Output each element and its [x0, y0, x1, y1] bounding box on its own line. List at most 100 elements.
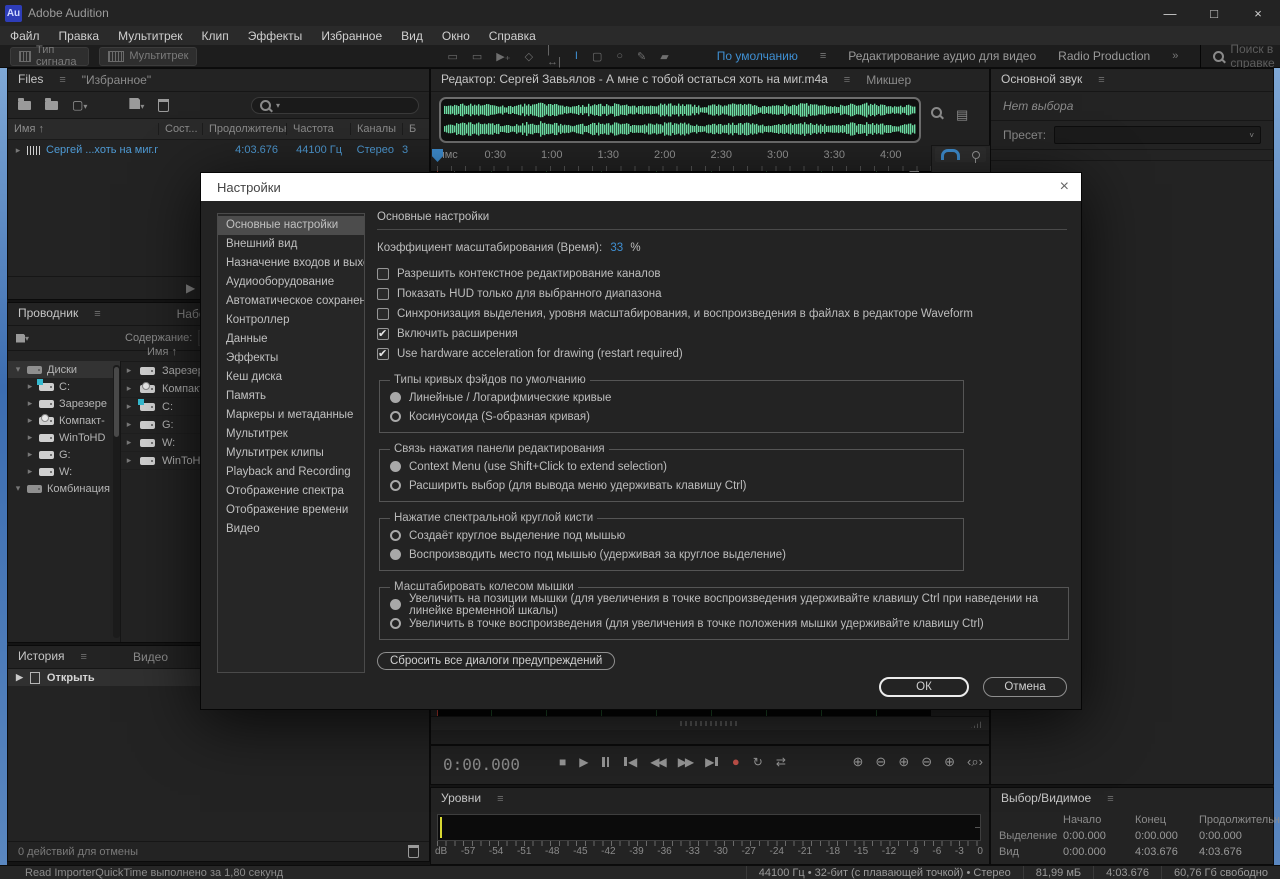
tab-mixer[interactable]: Микшер: [866, 73, 911, 87]
list-collapsed-icon[interactable]: ▸: [125, 383, 133, 394]
history-trash-icon[interactable]: [408, 845, 419, 858]
radio-icon[interactable]: [390, 411, 401, 422]
radio-row[interactable]: Линейные / Логарифмические кривые: [390, 388, 953, 407]
list-collapsed-icon[interactable]: ▸: [125, 455, 133, 466]
radio-icon[interactable]: [390, 480, 401, 491]
magnify-menu-button[interactable]: ‹⌕›: [967, 754, 983, 770]
zoom-reset-icon[interactable]: [931, 107, 942, 118]
import-file-icon[interactable]: [45, 101, 58, 110]
pause-button[interactable]: [601, 757, 610, 767]
checkbox-row[interactable]: Включить расширения: [377, 324, 1067, 344]
tree-scrollbar[interactable]: [113, 365, 120, 638]
open-file-icon[interactable]: [18, 101, 31, 110]
workspace-edit-audio-video[interactable]: Редактирование аудио для видео: [848, 49, 1036, 63]
tab-video[interactable]: Видео: [133, 650, 168, 664]
skip-selection-button[interactable]: ⇄: [776, 755, 786, 769]
zoom-out-full-button[interactable]: ⊖: [921, 754, 932, 770]
tree-collapsed-icon[interactable]: ▸: [26, 398, 34, 409]
menu-item[interactable]: Файл: [10, 29, 40, 43]
move-tool-icon[interactable]: ▶₊: [496, 50, 510, 63]
zoom-in-full-button[interactable]: ⊕: [898, 754, 909, 770]
checkbox-row[interactable]: Use hardware acceleration for drawing (r…: [377, 344, 1067, 364]
tab-editor[interactable]: Редактор: Сергей Завьялов - А мне с тобо…: [441, 72, 828, 88]
menu-item[interactable]: Справка: [489, 29, 536, 43]
preferences-nav-item[interactable]: Основные настройки: [218, 216, 364, 235]
spot-healing-tool-icon[interactable]: ▰: [660, 50, 668, 63]
tree-collapsed-icon[interactable]: ▸: [26, 466, 34, 477]
tab-levels[interactable]: Уровни: [441, 791, 481, 807]
menu-item[interactable]: Избранное: [321, 29, 382, 43]
radio-row[interactable]: Косинусоида (S-образная кривая): [390, 407, 953, 426]
preferences-nav-item[interactable]: Аудиооборудование: [218, 273, 364, 292]
tree-collapsed-icon[interactable]: ▸: [26, 432, 34, 443]
zoom-in-button[interactable]: ⊕: [853, 754, 864, 770]
menu-item[interactable]: Эффекты: [248, 29, 303, 43]
radio-selected-icon[interactable]: [390, 599, 401, 610]
menu-item[interactable]: Мультитрек: [118, 29, 182, 43]
spectral-display-icon[interactable]: ▭: [447, 50, 457, 63]
preferences-nav-item[interactable]: Внешний вид: [218, 235, 364, 254]
preferences-nav-item[interactable]: Память: [218, 387, 364, 406]
radio-row[interactable]: Увеличить в точке воспроизведения (для у…: [390, 614, 1058, 633]
radio-selected-icon[interactable]: [390, 392, 401, 403]
preferences-nav-item[interactable]: Контроллер: [218, 311, 364, 330]
rewind-button[interactable]: ◀◀: [650, 755, 664, 769]
selection-view-menu-icon[interactable]: ≡: [1107, 793, 1113, 805]
save-icon[interactable]: ▾: [129, 98, 144, 112]
checkbox-icon[interactable]: [377, 308, 389, 320]
preferences-nav-item[interactable]: Playback and Recording: [218, 463, 364, 482]
checkbox-icon[interactable]: [377, 268, 389, 280]
tree-item-c[interactable]: ▸ C:: [8, 378, 120, 395]
checkbox-row[interactable]: Показать HUD только для выбранного диапа…: [377, 284, 1067, 304]
stop-button[interactable]: ■: [559, 755, 566, 769]
fast-forward-button[interactable]: ▶▶: [678, 755, 692, 769]
list-collapsed-icon[interactable]: ▸: [125, 401, 133, 412]
import-shortcut-icon[interactable]: [16, 334, 25, 343]
files-column-headers[interactable]: Имя ↑ Сост... Продолжительн... Частота К…: [8, 119, 429, 140]
preferences-nav-item[interactable]: Кеш диска: [218, 368, 364, 387]
reset-warnings-button[interactable]: Сбросить все диалоги предупреждений: [377, 652, 615, 670]
tree-item-g[interactable]: ▸ G:: [8, 446, 120, 463]
preferences-nav-item[interactable]: Маркеры и метаданные: [218, 406, 364, 425]
time-selection-tool-icon[interactable]: I: [575, 50, 578, 62]
waveform-view-button[interactable]: Тип сигнала: [10, 47, 89, 66]
tab-selection-view[interactable]: Выбор/Видимое: [1001, 791, 1091, 807]
tree-item-combination[interactable]: ▾ Комбинация: [8, 480, 120, 497]
menu-item[interactable]: Клип: [202, 29, 229, 43]
tree-collapsed-icon[interactable]: ▸: [26, 415, 34, 426]
history-panel-menu-icon[interactable]: ≡: [81, 651, 87, 663]
tree-collapsed-icon[interactable]: ▸: [26, 449, 34, 460]
list-collapsed-icon[interactable]: ▸: [125, 419, 133, 430]
play-button[interactable]: ▶: [579, 755, 588, 769]
dialog-title-bar[interactable]: Настройки ×: [201, 173, 1081, 201]
file-row[interactable]: ▸ Сергей ...хоть на миг.m4a 4:03.676 441…: [8, 140, 429, 160]
autoplay-icon[interactable]: ▶: [186, 281, 195, 295]
menu-item[interactable]: Окно: [442, 29, 470, 43]
radio-row[interactable]: Расширить выбор (для вывода меню удержив…: [390, 476, 953, 495]
playhead-time[interactable]: 0:00.000: [443, 755, 520, 774]
timeline-ruler[interactable]: чмс 0:301:001:302:002:303:003:304:00: [431, 145, 931, 172]
dialog-close-icon[interactable]: ×: [1060, 178, 1069, 196]
track-list-icon[interactable]: ▤: [956, 107, 968, 123]
help-search-field[interactable]: Поиск в справке: [1200, 45, 1280, 68]
new-item-icon[interactable]: ▢▾: [72, 98, 87, 112]
tree-item-drives[interactable]: ▾ Диски: [8, 361, 120, 378]
tree-item-wintohd[interactable]: ▸ WinToHD: [8, 429, 120, 446]
list-collapsed-icon[interactable]: ▸: [125, 365, 133, 376]
minimize-button[interactable]: —: [1148, 0, 1192, 26]
menu-item[interactable]: Вид: [401, 29, 423, 43]
workspace-overflow-icon[interactable]: »: [1172, 50, 1178, 62]
menu-item[interactable]: Правка: [59, 29, 100, 43]
close-button[interactable]: ×: [1236, 0, 1280, 26]
preferences-nav-item[interactable]: Отображение времени: [218, 501, 364, 520]
preferences-nav-item[interactable]: Автоматическое сохранение: [218, 292, 364, 311]
preferences-nav-item[interactable]: Мультитрек клипы: [218, 444, 364, 463]
preset-dropdown[interactable]: ˅: [1054, 126, 1261, 144]
tree-expanded-icon[interactable]: ▾: [14, 483, 22, 494]
essential-sound-menu-icon[interactable]: ≡: [1098, 74, 1104, 86]
lasso-selection-tool-icon[interactable]: ○: [616, 50, 623, 62]
tab-favorites[interactable]: "Избранное": [82, 73, 151, 87]
preferences-nav-item[interactable]: Отображение спектра: [218, 482, 364, 501]
workspace-menu-icon[interactable]: ≡: [820, 50, 826, 62]
tab-history[interactable]: История: [18, 649, 65, 665]
